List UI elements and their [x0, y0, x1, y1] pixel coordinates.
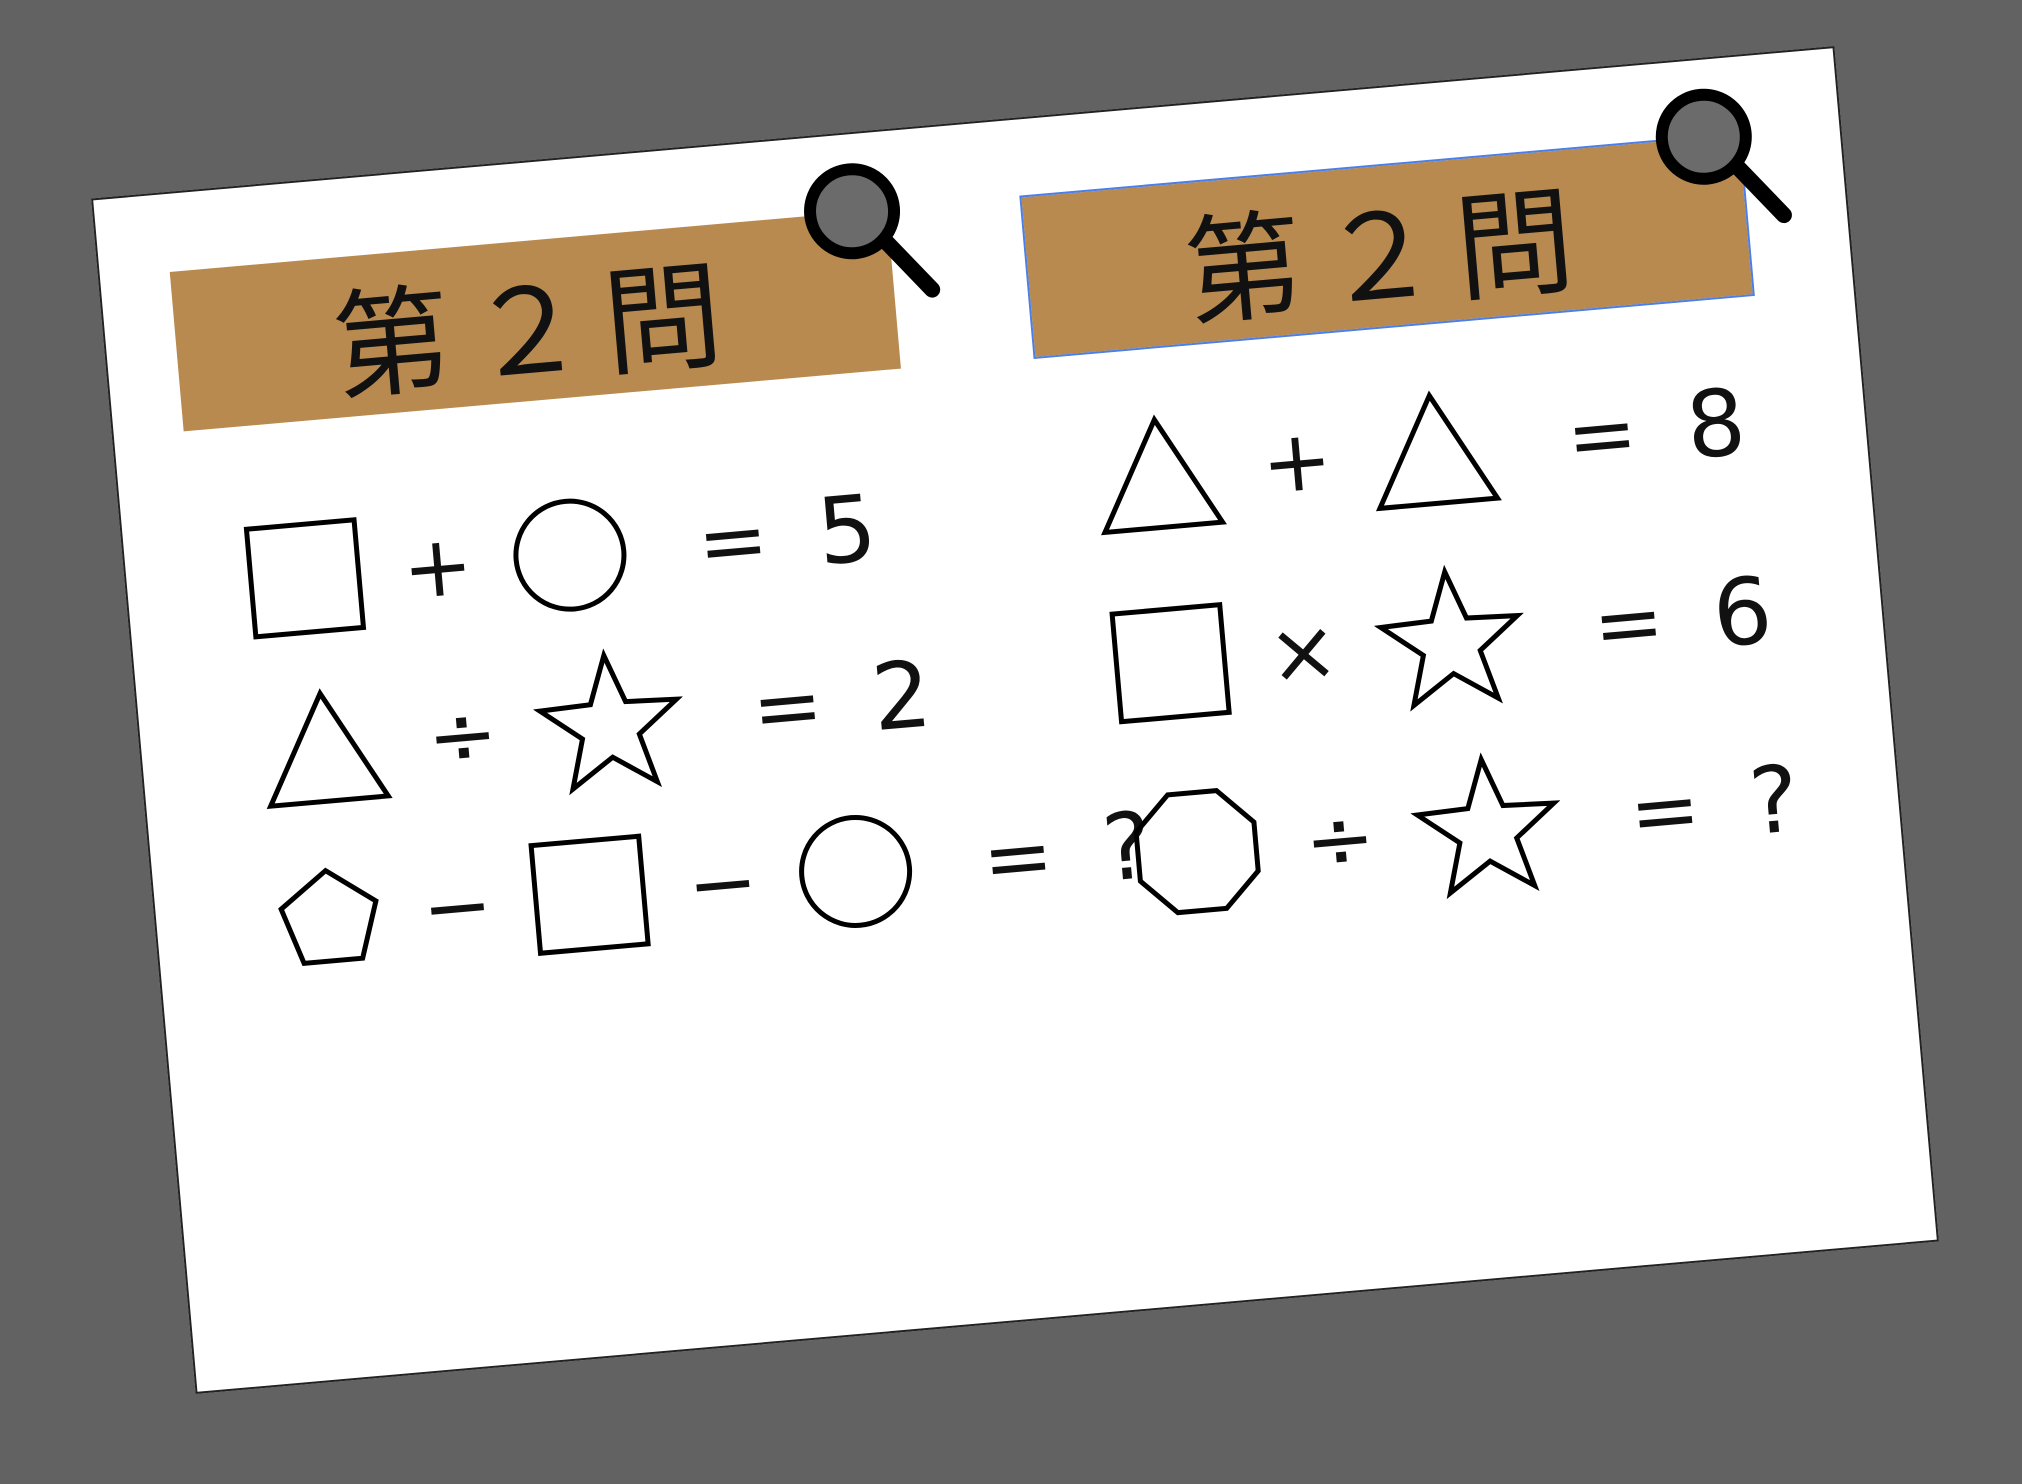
equation-row: ÷ = 2 [246, 629, 936, 818]
square-icon [528, 833, 652, 956]
magnifier-icon [804, 163, 941, 298]
magnifier-icon [1655, 88, 1792, 224]
equation-row: − − =? [261, 781, 1157, 988]
equation-result: 5 [813, 474, 881, 587]
octagon-icon [1133, 788, 1261, 916]
triangle-icon [266, 688, 393, 810]
square-icon [243, 517, 367, 640]
puzzle-left: + = 5 ÷ = 2 − − =? [202, 456, 1156, 1080]
canvas-background: 第２問 + = 5 ÷ = 2 − − =? 第２問 + = 8 × = 6 ÷ =? [0, 0, 2022, 1484]
equals-sign: = [1625, 758, 1705, 863]
equals-sign: = [693, 489, 773, 593]
operator-symbol: + [1257, 409, 1337, 514]
equation-result: ? [1745, 745, 1804, 857]
puzzle-right: + = 8 × = 6 ÷ =? [1051, 351, 1857, 975]
operator-symbol: + [398, 514, 477, 619]
pentagon-icon [278, 867, 379, 966]
equals-sign: = [978, 805, 1058, 910]
operator-symbol: ÷ [1300, 787, 1380, 892]
question-label-right: 第２問 [1178, 169, 1598, 343]
triangle-icon [1376, 390, 1503, 512]
operator-symbol: × [1263, 599, 1343, 704]
triangle-icon [1101, 414, 1227, 536]
equation-row: + = 8 [1081, 357, 1751, 544]
equation-row: × = 6 [1097, 546, 1777, 734]
operator-symbol: ÷ [423, 683, 502, 788]
label-band-left[interactable]: 第２問 [169, 209, 901, 432]
star-icon [533, 648, 684, 796]
worksheet-page[interactable]: 第２問 + = 5 ÷ = 2 − − =? 第２問 + = 8 × = 6 ÷ =? [91, 46, 1939, 1394]
operator-symbol: − [417, 854, 497, 959]
equation-row: ÷ =? [1114, 734, 1804, 923]
label-band-right[interactable]: 第２問 [1019, 131, 1755, 360]
equals-sign: = [1589, 571, 1668, 676]
equation-result: 2 [867, 640, 936, 753]
question-label-left: 第２問 [326, 244, 746, 418]
equals-sign: = [748, 654, 827, 759]
equation-result: 8 [1682, 368, 1750, 481]
circle-icon [513, 498, 627, 612]
star-icon [1410, 752, 1561, 900]
equation-row: + = 5 [232, 464, 882, 649]
equation-result: 6 [1708, 556, 1777, 669]
equals-sign: = [1562, 382, 1642, 487]
star-icon [1374, 564, 1525, 712]
circle-icon [798, 814, 912, 928]
operator-symbol: − [683, 831, 763, 935]
square-icon [1109, 602, 1232, 725]
